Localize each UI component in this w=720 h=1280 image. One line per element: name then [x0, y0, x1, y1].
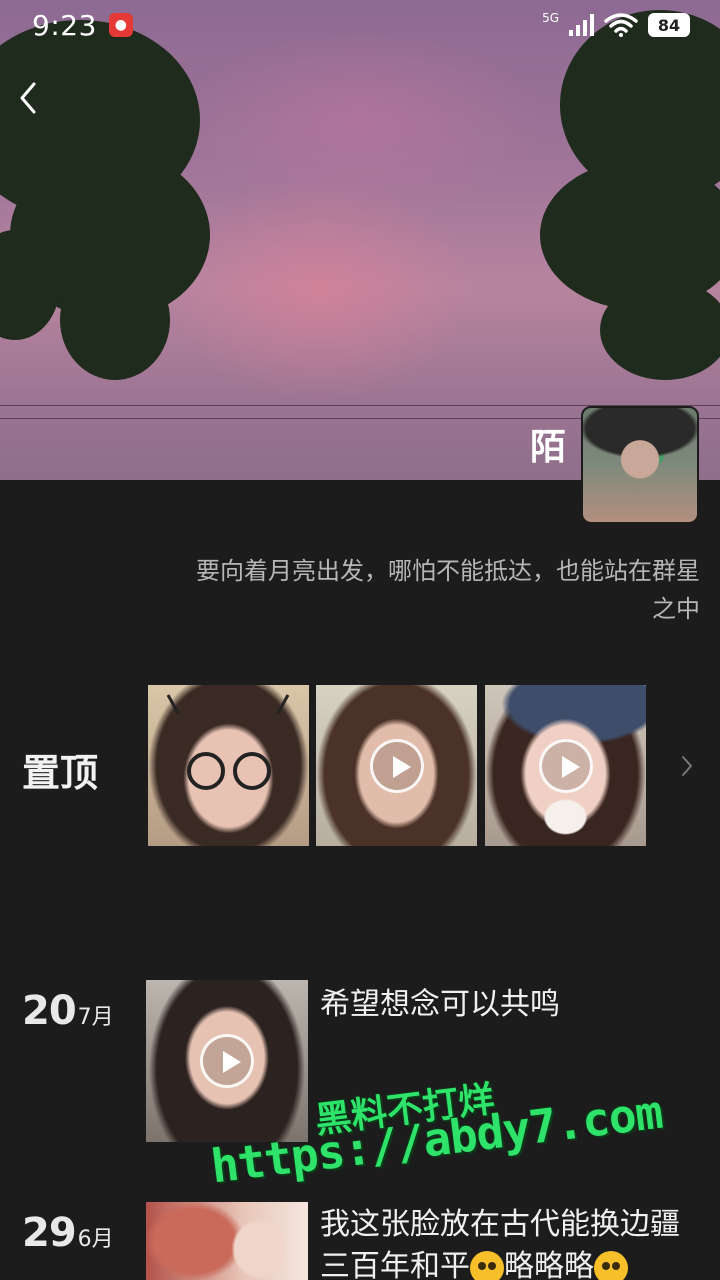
- pinned-label: 置顶: [22, 751, 99, 795]
- post-thumbnail[interactable]: [146, 980, 308, 1142]
- chevron-right-icon[interactable]: [680, 754, 694, 778]
- post-caption-line: 略略略: [504, 1249, 594, 1280]
- post-date-month: 7月: [77, 1005, 114, 1030]
- network-type: 5G: [542, 11, 559, 25]
- pinned-thumbnail[interactable]: [148, 685, 309, 846]
- post-caption[interactable]: 希望想念可以共鸣: [320, 984, 700, 1026]
- post-date: 29 6月: [22, 1210, 114, 1256]
- post-date-day: 29: [22, 1210, 77, 1256]
- post-date-month: 6月: [77, 1227, 114, 1252]
- post-caption-line: 我这张脸放在古代能换边疆: [320, 1207, 680, 1242]
- profile-bio: 要向着月亮出发，哪怕不能抵达，也能站在群星之中: [196, 557, 700, 623]
- emoji-icon: [594, 1250, 628, 1280]
- post-caption-line: 三百年和平: [320, 1249, 470, 1280]
- wifi-icon: [604, 13, 638, 37]
- profile-name: 陌: [529, 427, 566, 468]
- tree-silhouette: [60, 260, 170, 380]
- play-icon: [538, 738, 593, 793]
- status-time: 9:23: [32, 8, 97, 42]
- glasses-overlay: [166, 694, 290, 790]
- status-indicators: 5G 84: [542, 11, 690, 37]
- post-thumbnail[interactable]: [146, 1202, 308, 1280]
- post-date: 20 7月: [22, 988, 114, 1034]
- profile-avatar[interactable]: [581, 406, 699, 524]
- post-date-day: 20: [22, 988, 77, 1034]
- play-icon: [369, 738, 424, 793]
- play-icon: [200, 1034, 254, 1088]
- battery-indicator: 84: [648, 13, 690, 37]
- back-arrow-icon[interactable]: [16, 80, 40, 116]
- emoji-icon: [470, 1250, 504, 1280]
- app-notification-icon: ●: [108, 13, 133, 37]
- pinned-thumbnail[interactable]: [485, 685, 646, 846]
- status-bar: 9:23 ● 5G 84: [0, 0, 720, 50]
- post-caption[interactable]: 我这张脸放在古代能换边疆 三百年和平 略略略: [320, 1204, 700, 1280]
- signal-strength-icon: [569, 14, 594, 36]
- pinned-thumbnail[interactable]: [316, 685, 477, 846]
- tree-silhouette: [600, 280, 720, 380]
